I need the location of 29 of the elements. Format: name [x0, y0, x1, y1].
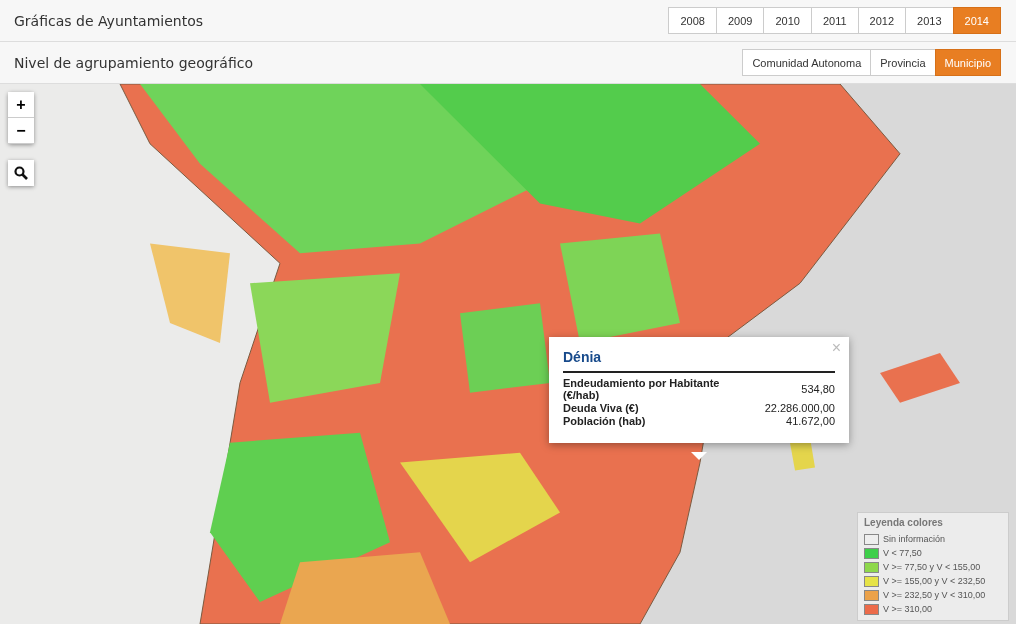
legend-label: V >= 232,50 y V < 310,00 [883, 590, 986, 600]
popup-title: Dénia [563, 349, 835, 373]
page-title: Gráficas de Ayuntamientos [14, 12, 204, 29]
year-tab[interactable]: 2013 [905, 7, 954, 34]
legend-label: V >= 155,00 y V < 232,50 [883, 576, 986, 586]
legend-label: Sin información [883, 534, 946, 544]
level-tab[interactable]: Provincia [870, 49, 936, 76]
popup-label: Endeudamiento por Habitante (€/hab) [563, 377, 721, 401]
year-tab[interactable]: 2010 [763, 7, 812, 34]
popup-pointer [691, 452, 707, 460]
zoom-button[interactable]: + [8, 92, 34, 118]
year-tab[interactable]: 2012 [857, 7, 907, 34]
popup-value: 41.672,00 [785, 415, 835, 427]
legend-label: V < 77,50 [883, 548, 922, 558]
popup-value: 22.286.000,00 [764, 402, 835, 414]
level-tab[interactable]: Comunidad Autonoma [742, 49, 872, 76]
legend-label: V >= 310,00 [883, 604, 933, 614]
legend-label: V >= 77,50 y V < 155,00 [883, 562, 981, 572]
zoom-button[interactable]: − [8, 118, 34, 144]
popup-value: 534,80 [800, 383, 835, 395]
year-tab[interactable]: 2008 [668, 7, 717, 34]
search-icon [14, 166, 28, 180]
year-tab[interactable]: 2009 [715, 7, 765, 34]
popup-label: Población (hab) [563, 415, 647, 427]
legend-title: Leyenda colores [864, 517, 944, 528]
section-title: Nivel de agrupamiento geográfico [14, 54, 253, 71]
search-button[interactable] [8, 160, 34, 186]
year-tab[interactable]: 2011 [810, 7, 859, 34]
popup-label: Deuda Viva (€) [563, 402, 640, 414]
